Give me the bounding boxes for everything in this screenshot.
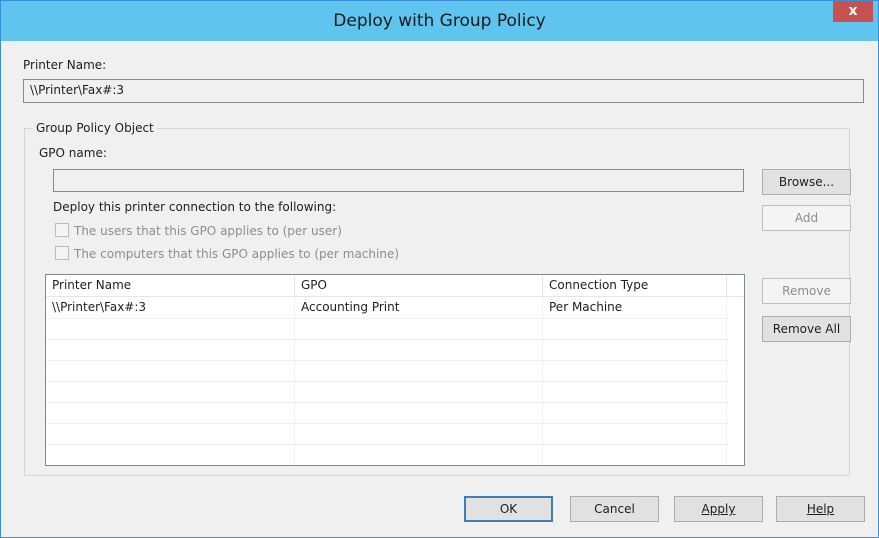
ok-button[interactable]: OK [464,496,553,522]
cancel-button-label: Cancel [594,502,635,516]
list-header: Printer Name GPO Connection Type [46,275,744,297]
per-machine-checkbox-row[interactable]: The computers that this GPO applies to (… [55,246,399,261]
empty-row [46,381,728,403]
help-button-label: Help [806,502,835,516]
ok-button-label: OK [499,502,518,516]
gpo-groupbox-title: Group Policy Object [33,121,157,135]
deploy-label: Deploy this printer connection to the fo… [53,200,337,214]
remove-all-button[interactable]: Remove All [762,316,851,342]
title-bar[interactable]: Deploy with Group Policy x [1,1,878,41]
help-button[interactable]: Help [776,496,865,522]
empty-row [46,444,728,465]
table-row[interactable]: \\Printer\Fax#:3 Accounting Print Per Ma… [46,297,728,319]
empty-row [46,402,728,424]
column-header-gpo[interactable]: GPO [295,275,543,296]
per-user-checkbox-row[interactable]: The users that this GPO applies to (per … [55,223,342,238]
column-header-printer-name[interactable]: Printer Name [46,275,295,296]
close-button[interactable]: x [833,1,873,22]
browse-button-label: Browse... [778,175,835,189]
dialog-content: Printer Name: \\Printer\Fax#:3 Group Pol… [9,41,870,529]
cancel-button[interactable]: Cancel [570,496,659,522]
cell-printer-name: \\Printer\Fax#:3 [46,297,295,318]
close-icon: x [848,3,858,19]
remove-button[interactable]: Remove [762,278,851,304]
per-user-checkbox[interactable] [55,223,69,237]
empty-row [46,339,728,361]
remove-button-label: Remove [782,284,831,298]
cell-connection-type: Per Machine [543,297,727,318]
column-header-connection-type[interactable]: Connection Type [543,275,727,296]
empty-row [46,318,728,340]
add-button[interactable]: Add [762,205,851,231]
cell-gpo: Accounting Print [295,297,543,318]
per-machine-checkbox[interactable] [55,246,69,260]
per-user-checkbox-label: The users that this GPO applies to (per … [74,224,342,238]
window-title: Deploy with Group Policy [333,11,546,31]
printer-name-field[interactable]: \\Printer\Fax#:3 [23,79,864,103]
printer-name-label: Printer Name: [23,58,107,72]
apply-button-label: Apply [701,502,736,516]
gpo-name-field[interactable] [53,169,744,192]
remove-all-button-label: Remove All [772,322,841,336]
deployed-printers-list[interactable]: Printer Name GPO Connection Type \\Print… [45,274,745,466]
empty-row [46,423,728,445]
dialog-window: Deploy with Group Policy x Printer Name:… [0,0,879,538]
apply-button[interactable]: Apply [674,496,763,522]
add-button-label: Add [794,211,819,225]
per-machine-checkbox-label: The computers that this GPO applies to (… [74,247,400,261]
empty-row [46,360,728,382]
browse-button[interactable]: Browse... [762,169,851,195]
gpo-name-label: GPO name: [39,146,107,160]
